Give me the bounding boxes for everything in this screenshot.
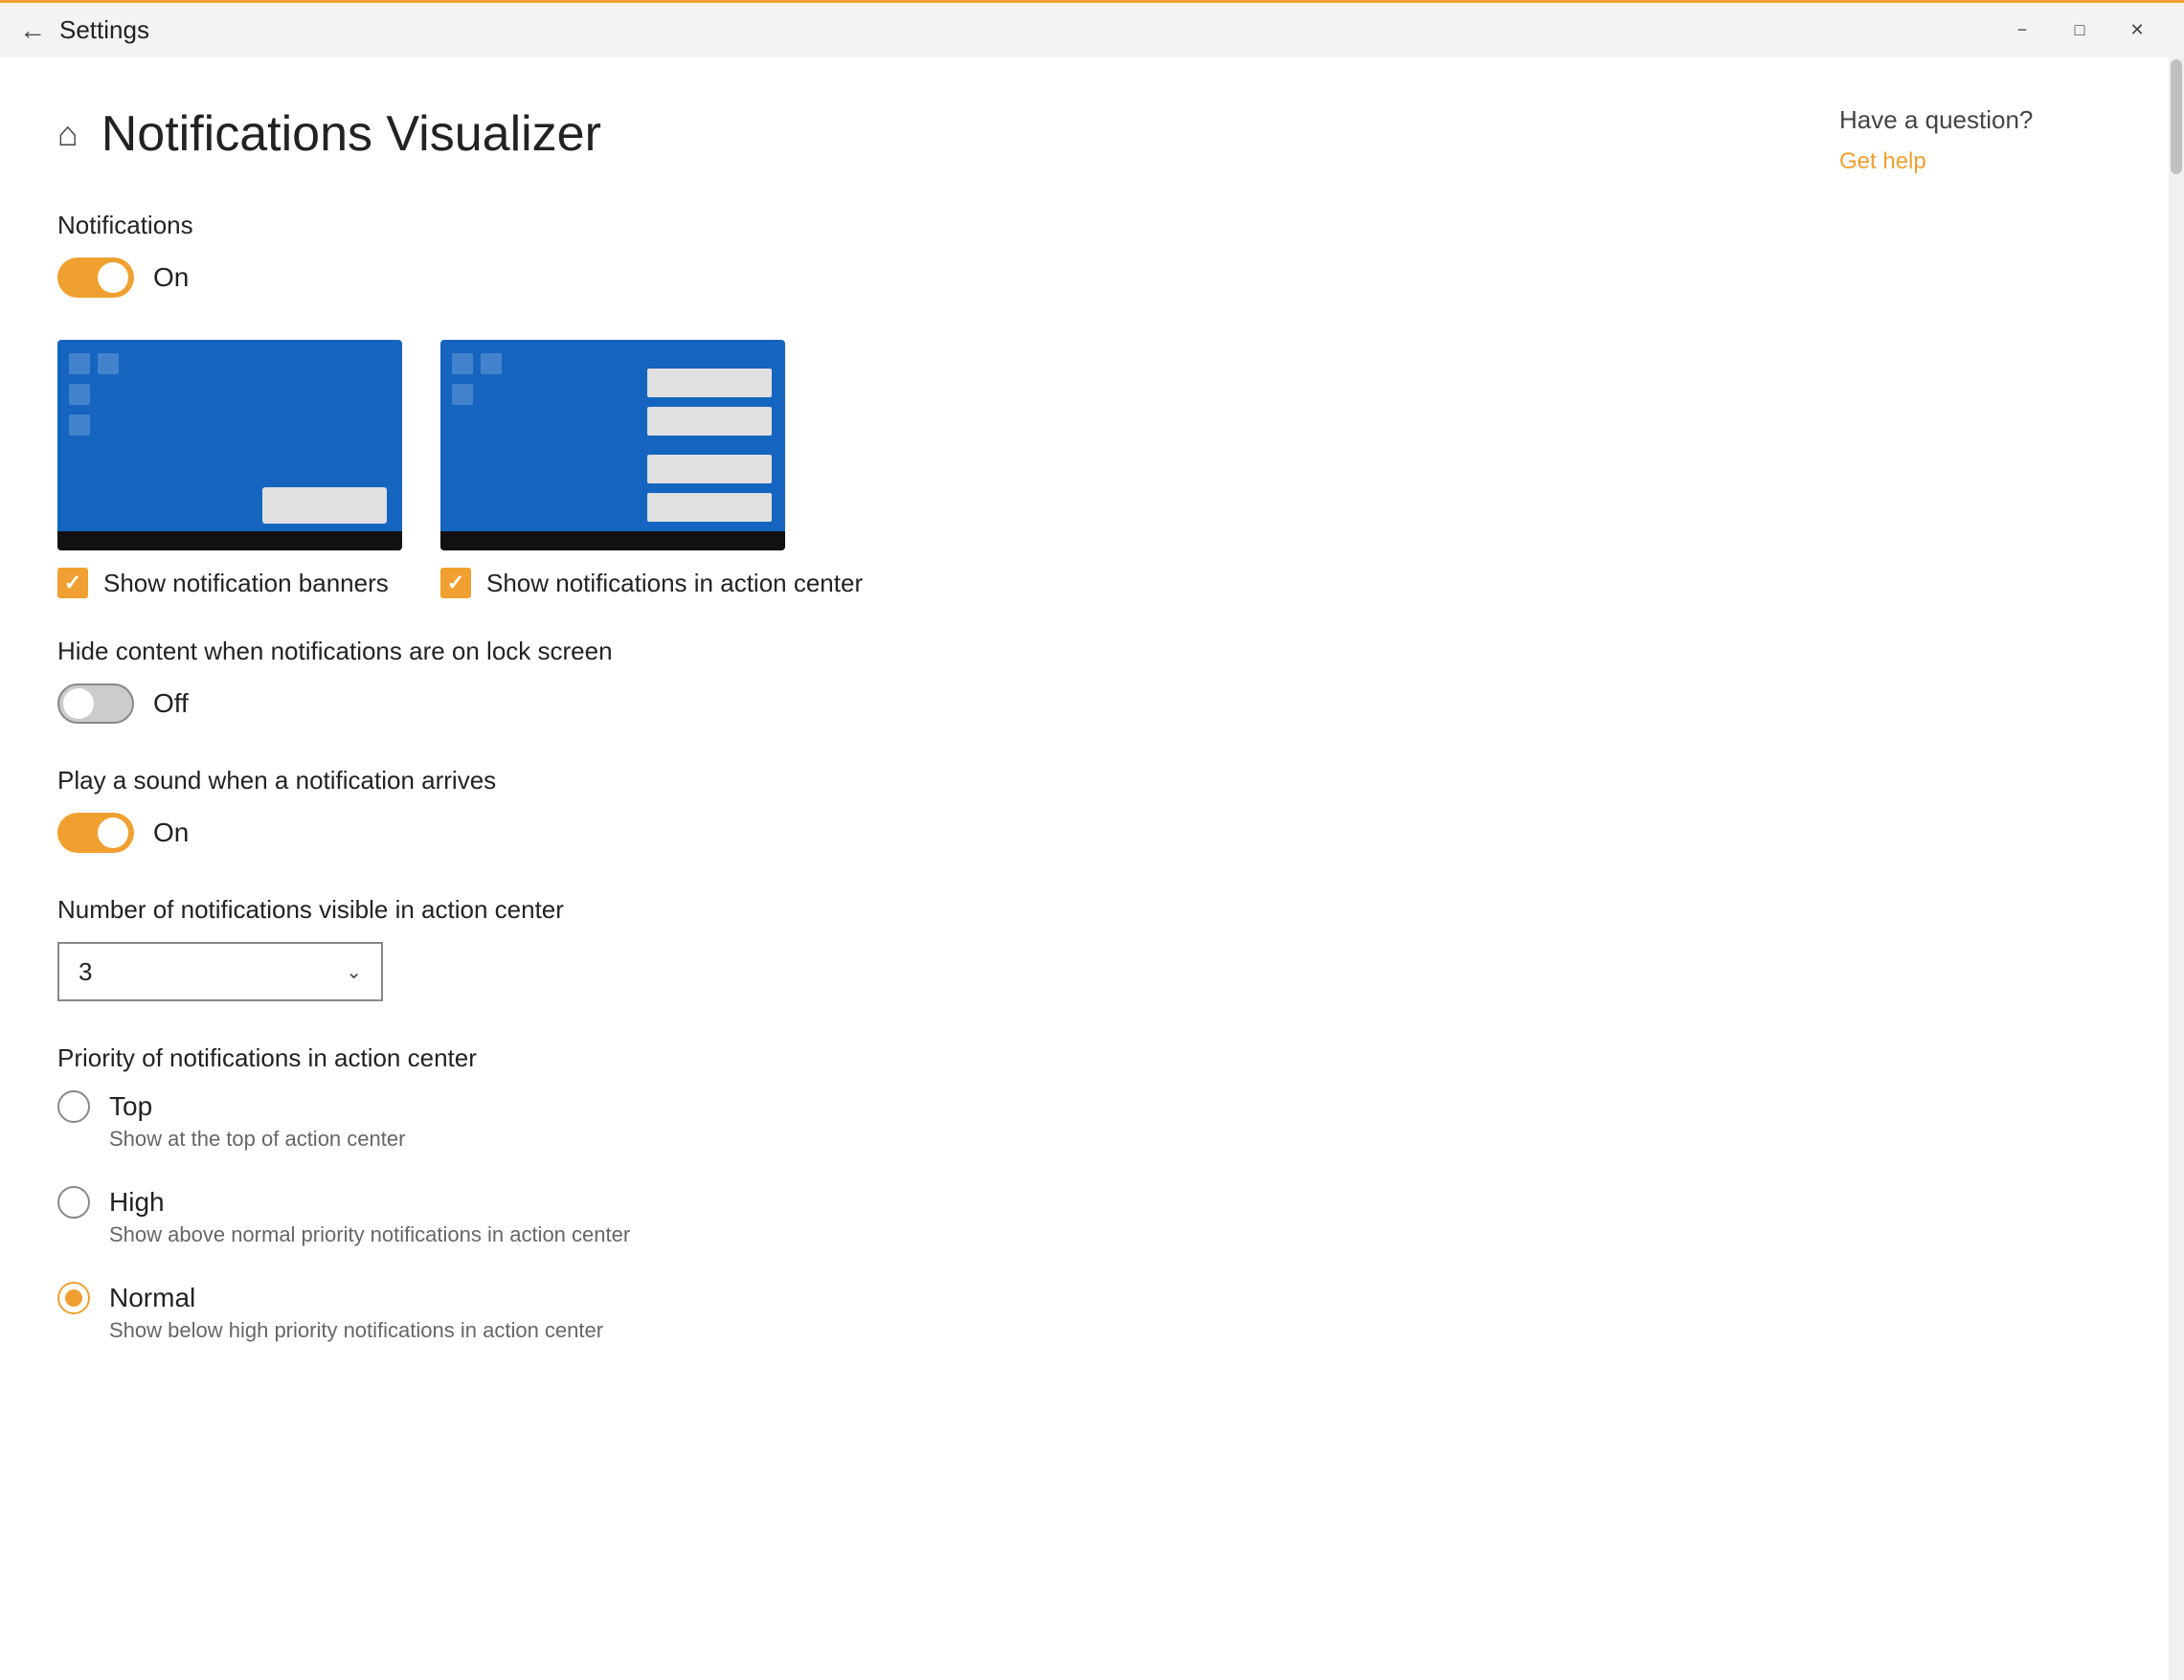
banner-checkbox-row: ✓ Show notification banners bbox=[57, 568, 389, 598]
checkbox-check-icon: ✓ bbox=[447, 571, 464, 595]
play-sound-toggle[interactable] bbox=[57, 813, 134, 853]
play-sound-label: Play a sound when a notification arrives bbox=[57, 766, 1744, 795]
notifications-toggle-row: On bbox=[57, 258, 1744, 298]
priority-high-desc: Show above normal priority notifications… bbox=[57, 1222, 1744, 1247]
banner-notification bbox=[262, 487, 387, 524]
priority-label: Priority of notifications in action cent… bbox=[57, 1043, 1744, 1073]
priority-normal-label: Normal bbox=[109, 1283, 195, 1313]
priority-top-desc: Show at the top of action center bbox=[57, 1127, 1744, 1152]
desktop-icon bbox=[452, 384, 473, 405]
notification-count-dropdown[interactable]: 3 ⌄ bbox=[57, 942, 383, 1001]
get-help-link[interactable]: Get help bbox=[1839, 148, 1926, 174]
desktop-icon bbox=[69, 353, 90, 374]
icon-row-3 bbox=[69, 414, 119, 436]
priority-normal-radio[interactable] bbox=[57, 1282, 90, 1314]
hide-content-toggle-label: Off bbox=[153, 688, 189, 719]
desktop-icons-right bbox=[452, 353, 502, 405]
priority-section: Priority of notifications in action cent… bbox=[57, 1043, 1744, 1343]
banner-preview-item: ✓ Show notification banners bbox=[57, 340, 402, 598]
action-center-notifications bbox=[647, 369, 772, 522]
priority-top-item: Top Show at the top of action center bbox=[57, 1090, 1744, 1152]
notification-count-label: Number of notifications visible in actio… bbox=[57, 895, 1744, 925]
banner-checkbox[interactable]: ✓ bbox=[57, 568, 88, 598]
notifications-toggle[interactable] bbox=[57, 258, 134, 298]
home-icon[interactable]: ⌂ bbox=[57, 114, 79, 154]
right-panel: Have a question? Get help bbox=[1801, 57, 2184, 1680]
maximize-button[interactable]: □ bbox=[2052, 11, 2107, 51]
icon-row-2 bbox=[69, 384, 119, 405]
back-button[interactable]: ← bbox=[19, 15, 46, 46]
hide-content-toggle[interactable] bbox=[57, 683, 134, 724]
priority-high-row[interactable]: High bbox=[57, 1186, 1744, 1219]
priority-top-row[interactable]: Top bbox=[57, 1090, 1744, 1123]
titlebar-title: Settings bbox=[59, 15, 149, 45]
action-notif-2 bbox=[647, 407, 772, 436]
checkbox-check-icon: ✓ bbox=[64, 571, 81, 595]
close-button[interactable]: ✕ bbox=[2109, 11, 2165, 51]
chevron-down-icon: ⌄ bbox=[346, 960, 362, 984]
desktop-icon bbox=[481, 353, 502, 374]
priority-top-label: Top bbox=[109, 1091, 152, 1122]
content-area: ⌂ Notifications Visualizer Notifications… bbox=[0, 57, 1801, 1680]
priority-high-item: High Show above normal priority notifica… bbox=[57, 1186, 1744, 1247]
hide-content-section: Hide content when notifications are on l… bbox=[57, 637, 1744, 724]
priority-normal-row[interactable]: Normal bbox=[57, 1282, 1744, 1314]
banner-checkbox-label: Show notification banners bbox=[103, 569, 389, 598]
hide-content-toggle-row: Off bbox=[57, 683, 1744, 724]
desktop-icon bbox=[69, 414, 90, 436]
action-notif-3 bbox=[647, 455, 772, 483]
action-center-preview-image bbox=[440, 340, 785, 550]
priority-high-radio[interactable] bbox=[57, 1186, 90, 1219]
help-question: Have a question? bbox=[1839, 105, 2146, 135]
titlebar-controls: − □ ✕ bbox=[1994, 11, 2165, 51]
play-sound-toggle-row: On bbox=[57, 813, 1744, 853]
toggle-thumb bbox=[98, 262, 128, 293]
action-center-preview-item: ✓ Show notifications in action center bbox=[440, 340, 863, 598]
action-center-checkbox[interactable]: ✓ bbox=[440, 568, 471, 598]
desktop-icon bbox=[98, 353, 119, 374]
icon-row-1 bbox=[452, 353, 502, 374]
main-container: ⌂ Notifications Visualizer Notifications… bbox=[0, 57, 2184, 1680]
page-header: ⌂ Notifications Visualizer bbox=[57, 105, 1744, 163]
action-notif-1 bbox=[647, 369, 772, 397]
titlebar: ← Settings − □ ✕ bbox=[0, 0, 2184, 57]
page-title: Notifications Visualizer bbox=[101, 105, 601, 163]
priority-normal-desc: Show below high priority notifications i… bbox=[57, 1318, 1744, 1343]
icon-row-2 bbox=[452, 384, 502, 405]
priority-top-radio[interactable] bbox=[57, 1090, 90, 1123]
toggle-thumb-off bbox=[63, 688, 94, 719]
minimize-button[interactable]: − bbox=[1994, 11, 2050, 51]
scrollbar-thumb[interactable] bbox=[2171, 59, 2182, 174]
scrollbar-track[interactable] bbox=[2169, 57, 2184, 1680]
titlebar-left: ← Settings bbox=[19, 15, 149, 46]
desktop-icon bbox=[69, 384, 90, 405]
action-center-checkbox-label: Show notifications in action center bbox=[486, 569, 863, 598]
radio-selected-indicator bbox=[65, 1289, 82, 1307]
play-sound-section: Play a sound when a notification arrives… bbox=[57, 766, 1744, 853]
priority-radio-group: Top Show at the top of action center Hig… bbox=[57, 1090, 1744, 1343]
priority-high-label: High bbox=[109, 1187, 165, 1218]
notification-count-section: Number of notifications visible in actio… bbox=[57, 895, 1744, 1001]
dropdown-value: 3 bbox=[79, 957, 92, 987]
priority-normal-item: Normal Show below high priority notifica… bbox=[57, 1282, 1744, 1343]
icon-row-1 bbox=[69, 353, 119, 374]
notifications-toggle-label: On bbox=[153, 262, 189, 293]
action-center-checkbox-row: ✓ Show notifications in action center bbox=[440, 568, 863, 598]
taskbar-preview bbox=[57, 531, 402, 550]
notifications-section: Notifications On bbox=[57, 211, 1744, 298]
preview-row: ✓ Show notification banners bbox=[57, 340, 1744, 598]
action-notif-4 bbox=[647, 493, 772, 522]
play-sound-toggle-label: On bbox=[153, 818, 189, 848]
hide-content-label: Hide content when notifications are on l… bbox=[57, 637, 1744, 666]
taskbar-preview bbox=[440, 531, 785, 550]
desktop-icons-left bbox=[69, 353, 119, 436]
notifications-label: Notifications bbox=[57, 211, 1744, 240]
banner-preview-image bbox=[57, 340, 402, 550]
toggle-thumb-on bbox=[98, 818, 128, 848]
desktop-icon bbox=[452, 353, 473, 374]
